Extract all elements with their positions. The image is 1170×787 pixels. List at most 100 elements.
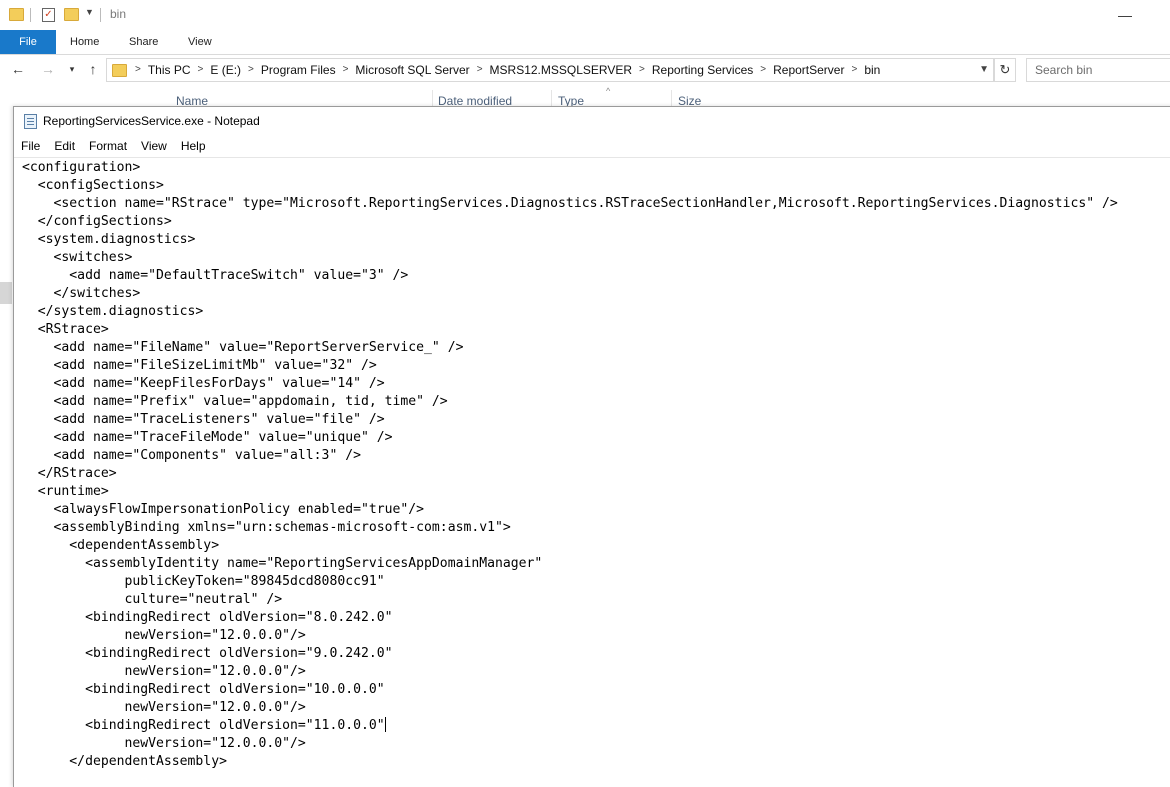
breadcrumb-item[interactable]: E (E:): [207, 59, 244, 81]
text-line: newVersion="12.0.0.0"/>: [22, 735, 1170, 753]
minimize-icon[interactable]: —: [1102, 4, 1148, 26]
text-line-content: <add name="Prefix" value="appdomain, tid…: [22, 394, 448, 409]
properties-icon[interactable]: ✓: [42, 8, 55, 22]
text-line: <add name="Prefix" value="appdomain, tid…: [22, 393, 1170, 411]
notepad-icon[interactable]: [24, 114, 37, 129]
text-line: <add name="FileName" value="ReportServer…: [22, 339, 1170, 357]
text-line-content: <bindingRedirect oldVersion="10.0.0.0": [22, 682, 385, 697]
back-icon[interactable]: ←: [8, 61, 28, 77]
tab-view[interactable]: View: [188, 30, 212, 54]
text-line-content: <configSections>: [22, 178, 164, 193]
text-line-content: <assemblyBinding xmlns="urn:schemas-micr…: [22, 520, 511, 535]
text-line: <add name="KeepFilesForDays" value="14" …: [22, 375, 1170, 393]
chevron-right-icon[interactable]: >: [847, 59, 861, 81]
text-line-content: </switches>: [22, 286, 141, 301]
text-line: publicKeyToken="89845dcd8080cc91": [22, 573, 1170, 591]
address-bar[interactable]: > This PC > E (E:) > Program Files > Mic…: [106, 58, 994, 82]
chevron-right-icon[interactable]: >: [131, 59, 145, 81]
text-line: culture="neutral" />: [22, 591, 1170, 609]
text-line-content: <add name="KeepFilesForDays" value="14" …: [22, 376, 385, 391]
breadcrumb-item[interactable]: bin: [861, 59, 883, 81]
menu-help[interactable]: Help: [174, 135, 213, 157]
customize-toolbar-icon[interactable]: ▼: [85, 7, 94, 17]
breadcrumb-item[interactable]: MSRS12.MSSQLSERVER: [487, 59, 636, 81]
text-line-content: </configSections>: [22, 214, 172, 229]
breadcrumb-item[interactable]: Microsoft SQL Server: [352, 59, 472, 81]
text-line-content: <add name="TraceListeners" value="file" …: [22, 412, 385, 427]
notepad-menubar: File Edit Format View Help: [14, 135, 1170, 158]
text-line: <configuration>: [22, 159, 1170, 177]
text-line: </dependentAssembly>: [22, 753, 1170, 771]
text-line-content: <bindingRedirect oldVersion="8.0.242.0": [22, 610, 393, 625]
navigation-bar: ← → ▾ ↑ > This PC > E (E:) > Program Fil…: [0, 58, 1170, 84]
breadcrumb-item[interactable]: This PC: [145, 59, 194, 81]
new-folder-icon[interactable]: [64, 8, 79, 21]
menu-view[interactable]: View: [134, 135, 174, 157]
text-line-content: </system.diagnostics>: [22, 304, 204, 319]
chevron-right-icon[interactable]: >: [339, 59, 353, 81]
text-line: </RStrace>: [22, 465, 1170, 483]
breadcrumb-item[interactable]: Program Files: [258, 59, 339, 81]
text-line: <bindingRedirect oldVersion="9.0.242.0": [22, 645, 1170, 663]
text-line: <bindingRedirect oldVersion="10.0.0.0": [22, 681, 1170, 699]
text-line-content: newVersion="12.0.0.0"/>: [22, 700, 306, 715]
text-line: <assemblyIdentity name="ReportingService…: [22, 555, 1170, 573]
notepad-titlebar[interactable]: ReportingServicesService.exe - Notepad: [14, 107, 1170, 135]
text-line: <dependentAssembly>: [22, 537, 1170, 555]
window-title: bin: [110, 7, 127, 21]
recent-locations-icon[interactable]: ▾: [62, 64, 82, 75]
chevron-right-icon[interactable]: >: [194, 59, 208, 81]
menu-format[interactable]: Format: [82, 135, 134, 157]
notepad-title: ReportingServicesService.exe - Notepad: [43, 114, 260, 128]
text-line: <bindingRedirect oldVersion="8.0.242.0": [22, 609, 1170, 627]
column-divider[interactable]: [432, 90, 433, 106]
column-divider[interactable]: [551, 90, 552, 106]
text-line-content: <alwaysFlowImpersonationPolicy enabled="…: [22, 502, 425, 517]
refresh-icon[interactable]: ↻: [994, 58, 1016, 82]
chevron-right-icon[interactable]: >: [244, 59, 258, 81]
chevron-down-icon[interactable]: ▼: [979, 59, 989, 81]
breadcrumb: > This PC > E (E:) > Program Files > Mic…: [131, 59, 883, 81]
up-icon[interactable]: ↑: [83, 61, 103, 77]
text-line: <bindingRedirect oldVersion="11.0.0.0": [22, 717, 1170, 735]
breadcrumb-item[interactable]: ReportServer: [770, 59, 847, 81]
text-line: <add name="TraceFileMode" value="unique"…: [22, 429, 1170, 447]
text-line-content: <bindingRedirect oldVersion="11.0.0.0": [22, 718, 385, 733]
text-line: <add name="DefaultTraceSwitch" value="3"…: [22, 267, 1170, 285]
text-line-content: publicKeyToken="89845dcd8080cc91": [22, 574, 385, 589]
search-box: [1026, 58, 1170, 82]
chevron-right-icon[interactable]: >: [635, 59, 649, 81]
column-divider[interactable]: [671, 90, 672, 106]
column-headers: ^ Name Date modified Type Size: [0, 86, 1170, 108]
text-line: <runtime>: [22, 483, 1170, 501]
search-input[interactable]: [1033, 59, 1167, 81]
chevron-right-icon[interactable]: >: [473, 59, 487, 81]
text-line: <configSections>: [22, 177, 1170, 195]
text-caret: [384, 717, 386, 732]
folder-icon: [9, 8, 24, 21]
navigation-pane-selection: [0, 282, 12, 304]
text-line: </configSections>: [22, 213, 1170, 231]
quick-access-toolbar: ✓ ▼ bin —: [0, 0, 1170, 30]
tab-share[interactable]: Share: [129, 30, 158, 54]
text-line: <add name="FileSizeLimitMb" value="32" /…: [22, 357, 1170, 375]
menu-file[interactable]: File: [14, 135, 47, 157]
tab-file[interactable]: File: [0, 30, 56, 54]
text-editor-area[interactable]: <configuration> <configSections> <sectio…: [22, 159, 1170, 787]
text-line: </system.diagnostics>: [22, 303, 1170, 321]
text-line-content: <add name="Components" value="all:3" />: [22, 448, 361, 463]
breadcrumb-item[interactable]: Reporting Services: [649, 59, 756, 81]
ribbon-tabs: File Home Share View: [0, 30, 1170, 55]
chevron-right-icon[interactable]: >: [756, 59, 770, 81]
text-line-content: newVersion="12.0.0.0"/>: [22, 664, 306, 679]
notepad-window: ReportingServicesService.exe - Notepad F…: [13, 106, 1170, 787]
text-line: newVersion="12.0.0.0"/>: [22, 699, 1170, 717]
text-line: <section name="RStrace" type="Microsoft.…: [22, 195, 1170, 213]
text-line-content: <configuration>: [22, 160, 141, 175]
text-line: <RStrace>: [22, 321, 1170, 339]
menu-edit[interactable]: Edit: [47, 135, 82, 157]
forward-icon[interactable]: →: [38, 61, 58, 77]
text-line-content: newVersion="12.0.0.0"/>: [22, 736, 306, 751]
tab-home[interactable]: Home: [70, 30, 99, 54]
text-line-content: <assemblyIdentity name="ReportingService…: [22, 556, 543, 571]
